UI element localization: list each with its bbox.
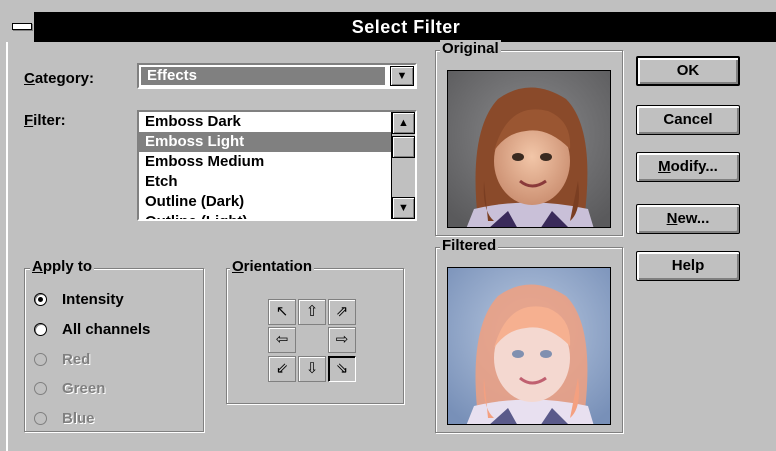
category-value: Effects — [141, 67, 385, 85]
apply-to-title: Apply to — [30, 258, 95, 275]
radio-label: Red — [62, 351, 91, 368]
cancel-button[interactable]: Cancel — [636, 105, 740, 135]
orientation-right-arrow-icon[interactable]: ⇨ — [328, 327, 356, 353]
scroll-thumb[interactable] — [392, 136, 415, 158]
filter-scrollbar[interactable]: ▲ ▼ — [391, 112, 415, 219]
orientation-top-right-arrow-icon[interactable]: ⇗ — [328, 299, 356, 325]
original-label: Original — [440, 40, 501, 57]
radio-indicator — [34, 293, 47, 306]
orientation-group — [226, 268, 404, 404]
category-label: Category: — [24, 70, 95, 87]
orientation-top-arrow-icon[interactable]: ⇧ — [298, 299, 326, 325]
orientation-bottom-right-arrow-icon[interactable]: ⇘ — [328, 356, 356, 382]
orientation-left-arrow-icon[interactable]: ⇦ — [268, 327, 296, 353]
radio-label: Blue — [62, 410, 95, 427]
filtered-photo — [448, 268, 610, 424]
orientation-bottom-arrow-icon[interactable]: ⇩ — [298, 356, 326, 382]
dropdown-arrow-icon[interactable]: ▼ — [390, 66, 414, 86]
filtered-label: Filtered — [440, 237, 499, 254]
system-menu-icon[interactable] — [6, 12, 36, 42]
scroll-up-icon[interactable]: ▲ — [392, 112, 415, 134]
filter-listbox[interactable]: Emboss Dark Emboss Light Emboss Medium Etch… — [137, 110, 417, 221]
radio-label: All channels — [62, 321, 151, 338]
filter-label: Filter: — [24, 112, 66, 129]
orientation-top-left-arrow-icon[interactable]: ↖ — [268, 299, 296, 325]
scroll-down-icon[interactable]: ▼ — [392, 197, 415, 219]
filter-list-item[interactable]: Outline (Dark) — [139, 192, 415, 212]
filter-list-item[interactable]: Emboss Light — [139, 132, 415, 152]
radio-indicator — [34, 323, 47, 336]
modify-button[interactable]: Modify... — [636, 152, 740, 182]
new-button[interactable]: New... — [636, 204, 740, 234]
filter-list-item[interactable]: Etch — [139, 172, 415, 192]
help-button[interactable]: Help — [636, 251, 740, 281]
radio-label: Intensity — [62, 291, 124, 308]
radio-indicator — [34, 353, 47, 366]
category-combobox[interactable]: Effects ▼ — [137, 63, 417, 89]
ok-button[interactable]: OK — [636, 56, 740, 86]
original-photo — [448, 71, 610, 227]
filter-list-item[interactable]: Emboss Medium — [139, 152, 415, 172]
radio-indicator — [34, 412, 47, 425]
filtered-image — [447, 267, 611, 425]
orientation-bottom-left-arrow-icon[interactable]: ⇙ — [268, 356, 296, 382]
orientation-title: Orientation — [230, 258, 315, 275]
filter-list-item[interactable]: Emboss Dark — [139, 112, 415, 132]
radio-indicator — [34, 382, 47, 395]
filter-list-item[interactable]: Outline (Light) — [139, 212, 415, 219]
original-image — [447, 70, 611, 228]
radio-label: Green — [62, 380, 106, 397]
window-title: Select Filter — [351, 17, 461, 37]
